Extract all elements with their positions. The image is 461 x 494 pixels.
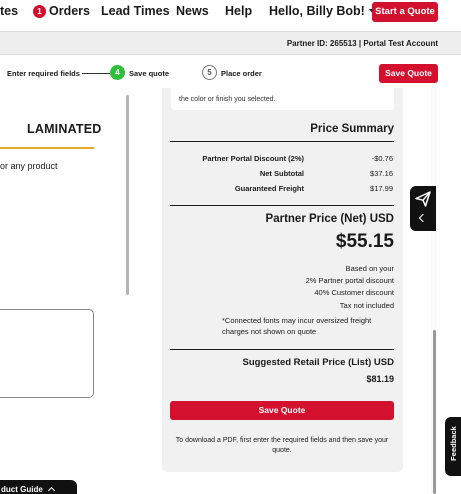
- feedback-tab[interactable]: Feedback: [445, 417, 461, 476]
- user-menu[interactable]: Hello, Billy Bob!: [269, 4, 377, 18]
- step-required-fields-label: Enter required fields: [7, 69, 80, 78]
- discount-value: -$0.76: [371, 154, 393, 163]
- step-place-order-label: Place order: [221, 69, 262, 78]
- nav-lead-times-link[interactable]: Lead Times: [101, 4, 170, 18]
- pdf-instructions: To download a PDF, first enter the requi…: [175, 437, 389, 454]
- connected-fonts-note: *Connected fonts may incur oversized fre…: [222, 316, 372, 336]
- finish-notice-text: the color or finish you selected.: [179, 96, 276, 103]
- left-scrollbar[interactable]: [126, 95, 129, 295]
- nav-orders-link[interactable]: Orders: [49, 4, 90, 18]
- section-underline: [0, 147, 94, 149]
- save-quote-button[interactable]: Save Quote: [170, 401, 394, 420]
- partner-discount-text: 2% Partner portal discount: [305, 276, 394, 285]
- partner-info-bar: Partner ID: 265513 | Portal Test Account: [0, 31, 461, 55]
- freight-label: Guaranteed Freight: [234, 184, 304, 193]
- product-guide-label: duct Guide: [1, 485, 43, 494]
- partner-price-title: Partner Price (Net) USD: [265, 213, 394, 225]
- top-navigation: tes 1 Orders Lead Times News Help Hello,…: [0, 0, 461, 26]
- based-on-text: Based on your: [345, 264, 394, 273]
- summary-divider-2: [170, 205, 394, 206]
- tax-note: Tax not included: [339, 301, 394, 310]
- start-quote-button[interactable]: Start a Quote: [372, 2, 438, 22]
- save-quote-button-top[interactable]: Save Quote: [379, 64, 438, 83]
- step-save-quote-label: Save quote: [129, 69, 170, 78]
- chevron-up-icon: [47, 486, 55, 494]
- notes-textarea[interactable]: [0, 309, 94, 398]
- net-subtotal-value: $37.16: [370, 169, 393, 178]
- nav-quotes-link[interactable]: tes: [0, 4, 18, 18]
- step-connector: [82, 73, 110, 74]
- partner-price-amount: $55.15: [335, 231, 394, 252]
- summary-divider-3: [170, 349, 394, 350]
- step-save-quote-indicator: 4: [110, 65, 125, 80]
- user-greeting: Hello, Billy Bob!: [269, 4, 365, 18]
- discount-label: Partner Portal Discount (2%): [202, 154, 304, 163]
- page-scrollbar-thumb[interactable]: [433, 330, 436, 494]
- product-guide-tab[interactable]: duct Guide: [0, 480, 77, 494]
- paper-plane-icon: [415, 191, 431, 207]
- partner-id-text: Partner ID: 265513 | Portal Test Account: [286, 39, 438, 48]
- nav-news-link[interactable]: News: [176, 4, 209, 18]
- step-place-order-indicator: 5: [202, 65, 217, 80]
- suggested-retail-value: $81.19: [366, 374, 394, 384]
- freight-value: $17.99: [370, 184, 393, 193]
- summary-divider-1: [170, 141, 394, 142]
- net-subtotal-label: Net Subtotal: [259, 169, 304, 178]
- product-description-text: or any product: [0, 161, 58, 171]
- share-widget[interactable]: [410, 186, 436, 231]
- nav-help-link[interactable]: Help: [225, 4, 252, 18]
- chevron-left-icon[interactable]: [418, 213, 428, 223]
- customer-discount-text: 40% Customer discount: [314, 288, 394, 297]
- feedback-label: Feedback: [449, 426, 458, 461]
- suggested-retail-title: Suggested Retail Price (List) USD: [242, 357, 394, 368]
- orders-count-badge: 1: [33, 5, 46, 18]
- section-title-laminated: LAMINATED: [27, 122, 102, 136]
- price-summary-title: Price Summary: [310, 123, 394, 135]
